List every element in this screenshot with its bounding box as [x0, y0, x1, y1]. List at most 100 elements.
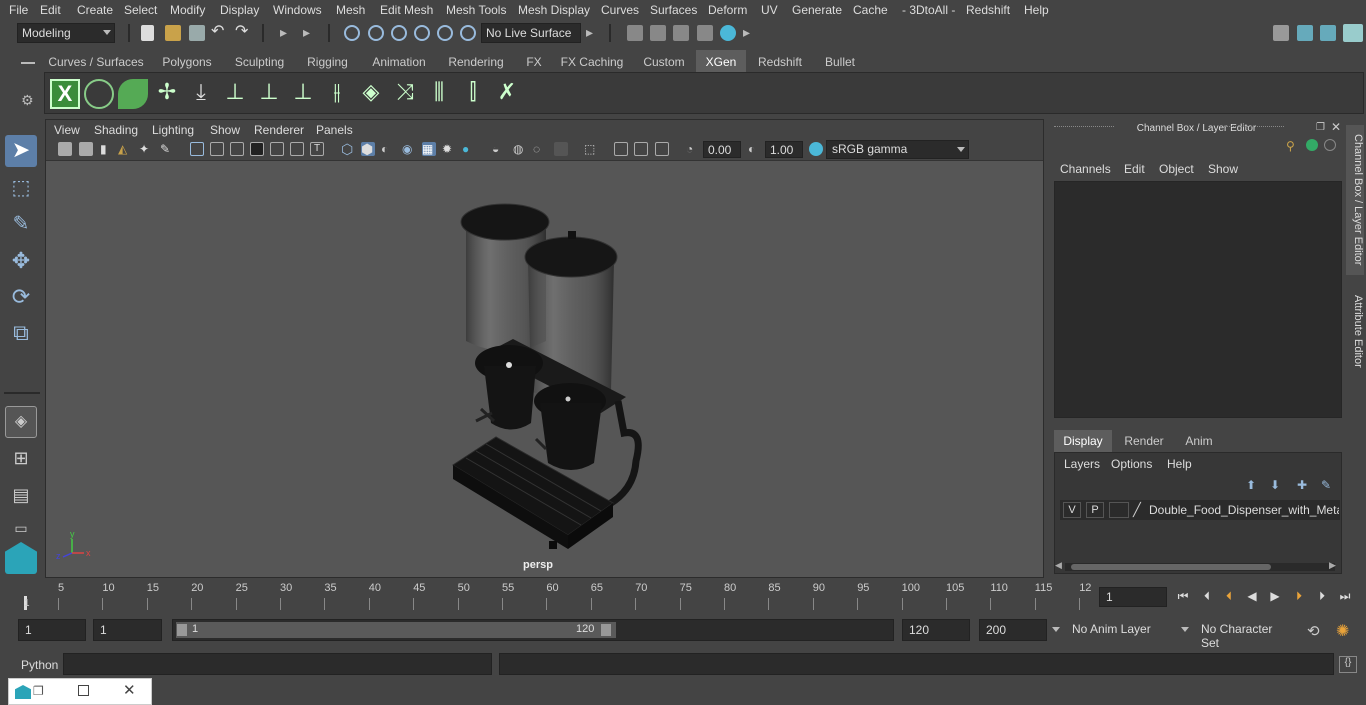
tab-attribute-editor[interactable]: Attribute Editor — [1346, 287, 1364, 375]
new-layer-icon[interactable]: ✚ — [1297, 478, 1307, 492]
menu-surfaces[interactable]: Surfaces — [650, 3, 697, 17]
menu-redshift[interactable]: Redshift — [966, 3, 1010, 17]
textured-icon[interactable]: ▦ — [422, 142, 436, 156]
menu-modify[interactable]: Modify — [170, 3, 205, 17]
tab-bullet[interactable]: Bullet — [812, 50, 868, 72]
channel-list[interactable] — [1054, 181, 1342, 418]
script-language-label[interactable]: Python — [21, 658, 58, 672]
cb-menu-object[interactable]: Object — [1159, 162, 1194, 176]
open-scene-icon[interactable] — [165, 25, 181, 41]
frame-selected-icon[interactable] — [634, 142, 648, 156]
undo-icon[interactable]: ↶ — [211, 24, 227, 41]
tab-animation[interactable]: Animation — [362, 50, 436, 72]
scene-canvas[interactable]: y x z — [46, 161, 1043, 577]
select-tool-icon[interactable]: ➤ — [5, 135, 37, 167]
ambient-occlusion-icon[interactable]: ◒ — [492, 142, 506, 156]
xgen-hair-icon[interactable]: ⫲ — [322, 79, 352, 109]
ipr-render-icon[interactable] — [650, 25, 666, 41]
vp-menu-panels[interactable]: Panels — [316, 123, 353, 137]
scrollbar-thumb[interactable] — [1071, 564, 1271, 570]
wireframe-on-shaded-icon[interactable]: ◐ — [381, 142, 395, 156]
menu-uv[interactable]: UV — [761, 3, 778, 17]
menu-generate[interactable]: Generate — [792, 3, 842, 17]
play-backward-icon[interactable]: ◀ — [1244, 589, 1260, 603]
safe-action-icon[interactable] — [290, 142, 304, 156]
character-set-selector[interactable]: No Character Set — [1195, 619, 1299, 650]
xgen-bend-guide-icon[interactable]: ⤨ — [390, 79, 420, 109]
new-scene-icon[interactable] — [141, 25, 154, 41]
2d-pan-zoom-icon[interactable]: ✦ — [139, 142, 153, 156]
redo-icon[interactable]: ↷ — [235, 24, 251, 41]
toggle-panel-icon[interactable] — [1320, 25, 1336, 41]
frame-all-icon[interactable] — [614, 142, 628, 156]
exposure-icon[interactable]: ◔ — [686, 142, 700, 156]
new-layer-selected-icon[interactable]: ✎ — [1321, 478, 1331, 492]
tab-custom[interactable]: Custom — [632, 50, 696, 72]
grease-pencil-icon[interactable]: ✎ — [160, 142, 174, 156]
xgen-add-modifier-icon[interactable]: ⊥ — [220, 79, 250, 109]
layer-menu-help[interactable]: Help — [1167, 457, 1192, 471]
axis-toggle-icon[interactable]: ⚲ — [1286, 139, 1295, 153]
xgen-curves-icon[interactable]: ⫿ — [458, 79, 488, 109]
anim-layer-selector[interactable]: No Anim Layer — [1066, 619, 1171, 641]
gamma-icon[interactable]: ◐ — [748, 142, 762, 156]
smooth-shade-icon[interactable]: ⬢ — [361, 142, 375, 156]
menu-cache[interactable]: Cache — [853, 3, 888, 17]
xgen-editor-icon[interactable]: X — [50, 79, 80, 109]
command-input[interactable] — [63, 653, 492, 675]
camera-attributes-icon[interactable] — [79, 142, 93, 156]
menu-3dtoall[interactable]: - 3DtoAll - — [902, 3, 955, 17]
go-to-start-icon[interactable]: ⏮ — [1175, 589, 1191, 603]
menu-help[interactable]: Help — [1024, 3, 1049, 17]
vp-menu-shading[interactable]: Shading — [94, 123, 138, 137]
xgen-place-guide-icon[interactable]: ⤓ — [186, 79, 216, 109]
tab-curves-surfaces[interactable]: Curves / Surfaces — [44, 50, 148, 72]
menu-file[interactable]: File — [9, 3, 28, 17]
move-tool-icon[interactable]: ✥ — [5, 246, 37, 278]
save-scene-icon[interactable] — [189, 25, 205, 41]
layer-scrollbar[interactable] — [1065, 563, 1335, 571]
xgen-sculpt-guide-icon[interactable]: ⫼ — [424, 79, 454, 109]
scroll-left-icon[interactable]: ◀ — [1055, 560, 1062, 571]
antialiasing-icon[interactable]: ◌ — [533, 142, 547, 156]
go-to-end-icon[interactable]: ⏭ — [1337, 589, 1353, 603]
mode-selector[interactable]: Modeling — [17, 23, 115, 43]
range-end-handle[interactable] — [601, 624, 611, 636]
cb-menu-channels[interactable]: Channels — [1060, 162, 1111, 176]
exposure-field[interactable]: 0.00 — [703, 141, 741, 158]
vp-menu-lighting[interactable]: Lighting — [152, 123, 194, 137]
render-frame-icon[interactable] — [627, 25, 643, 41]
close-icon[interactable]: ✕ — [123, 681, 136, 699]
animation-prefs-icon[interactable]: ✺ — [1336, 621, 1349, 641]
restore-icon[interactable]: ❐ — [33, 684, 44, 698]
colorspace-dropdown[interactable]: sRGB gamma — [826, 140, 969, 159]
use-lights-icon[interactable]: ✹ — [442, 142, 456, 156]
vp-menu-view[interactable]: View — [54, 123, 80, 137]
last-tool-icon[interactable]: ◈ — [5, 406, 37, 438]
lasso-tool-icon[interactable]: ⬚ — [5, 173, 37, 205]
close-icon[interactable]: ✕ — [1331, 120, 1341, 134]
menu-mesh-tools[interactable]: Mesh Tools — [446, 3, 506, 17]
snap-grid-icon[interactable] — [344, 25, 360, 41]
status-dot-icon[interactable] — [1306, 139, 1318, 151]
xray-icon[interactable]: ◉ — [402, 142, 416, 156]
collapse-arrow-icon[interactable]: ▸ — [743, 25, 759, 41]
bookmark-icon[interactable]: ▮ — [100, 142, 114, 156]
menu-display[interactable]: Display — [220, 3, 259, 17]
tab-display[interactable]: Display — [1054, 430, 1112, 452]
step-forward-frame-icon[interactable]: ⏵ — [1291, 589, 1307, 603]
menu-mesh[interactable]: Mesh — [336, 3, 365, 17]
live-surface-field[interactable]: No Live Surface — [481, 23, 581, 43]
gate-mask-icon[interactable] — [250, 142, 264, 156]
drag-handle[interactable] — [1224, 126, 1284, 129]
viewport-persp[interactable]: View Shading Lighting Show Renderer Pane… — [45, 119, 1044, 578]
menu-edit[interactable]: Edit — [40, 3, 61, 17]
layer-color-icon[interactable]: ╱ — [1133, 502, 1147, 518]
image-plane-icon[interactable]: ◭ — [118, 142, 132, 156]
scroll-right-icon[interactable]: ▶ — [1329, 560, 1336, 571]
status-ring-icon[interactable] — [1324, 139, 1336, 151]
paint-select-icon[interactable]: ✎ — [5, 209, 37, 241]
float-panel-icon[interactable]: ❐ — [1316, 122, 1325, 133]
toggle-panel-icon[interactable] — [1297, 25, 1313, 41]
hypershade-icon[interactable] — [720, 25, 736, 41]
